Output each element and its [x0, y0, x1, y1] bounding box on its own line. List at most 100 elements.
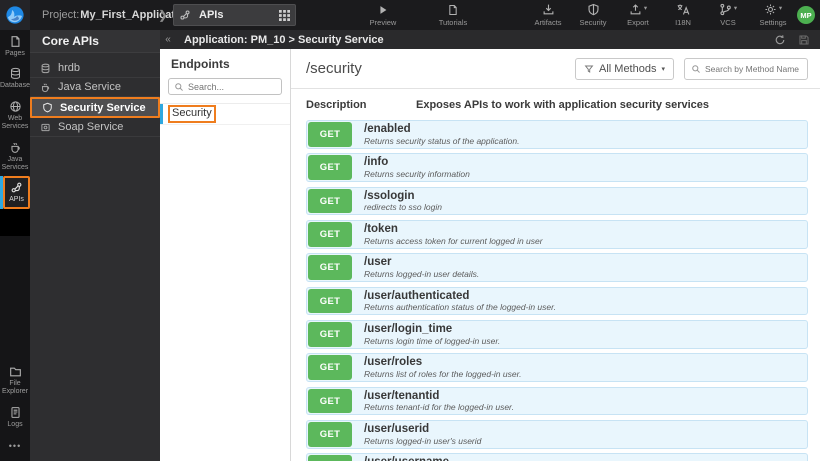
endpoint-path: /user/username — [364, 456, 496, 461]
grid-icon[interactable] — [273, 9, 295, 21]
endpoint-path: /user/login_time — [364, 322, 453, 335]
java-services-icon — [9, 141, 22, 154]
methods-filter-label: All Methods — [599, 62, 657, 75]
api-endpoint-row[interactable]: GET /info Returns security information — [306, 153, 808, 183]
endpoint-description: Returns authentication status of the log… — [364, 302, 556, 313]
more-options-icon[interactable]: ••• — [9, 433, 21, 461]
api-endpoint-row[interactable]: GET /user/tenantid Returns tenant-id for… — [306, 386, 808, 416]
caret-down-icon: ▾ — [778, 5, 783, 13]
method-badge: GET — [308, 122, 352, 147]
core-apis-title: Core APIs — [30, 30, 160, 53]
method-badge: GET — [308, 221, 352, 247]
rail-item[interactable]: Logs — [0, 401, 30, 433]
method-badge: GET — [308, 455, 352, 461]
filter-funnel-icon — [584, 64, 594, 74]
core-api-item-label: hrdb — [58, 62, 81, 74]
rail-item[interactable]: Pages — [0, 30, 30, 62]
topbar-item[interactable]: ▾ Settings — [756, 3, 790, 27]
play-icon — [377, 4, 389, 16]
header-actions — [774, 34, 820, 46]
rail-item[interactable]: APIs — [0, 176, 30, 210]
workspace-selector[interactable]: APIs — [173, 4, 296, 26]
endpoints-title: Endpoints — [171, 57, 230, 71]
api-endpoint-row[interactable]: GET /enabled Returns security status of … — [306, 120, 808, 149]
topbar-item[interactable]: ▾ I18N — [666, 3, 700, 27]
endpoints-search-input[interactable] — [188, 81, 276, 92]
web-services-icon — [9, 100, 22, 113]
core-api-item[interactable]: Java Service — [30, 78, 160, 97]
service-title: /security — [306, 60, 362, 77]
core-api-item[interactable]: hrdb — [30, 59, 160, 78]
description-label: Description — [306, 99, 367, 111]
topbar-item-label: I18N — [675, 18, 691, 27]
database-icon — [40, 62, 52, 74]
endpoint-description: Returns logged-in user details. — [364, 268, 480, 279]
methods-filter-dropdown[interactable]: All Methods ▾ — [575, 57, 674, 80]
endpoint-text: /user/roles Returns list of roles for th… — [352, 355, 521, 380]
rail-item-label: APIs — [9, 196, 24, 204]
topbar-item[interactable]: ▾ Tutorials — [436, 0, 470, 30]
topbar-item[interactable]: ▾ Security — [576, 3, 610, 27]
search-icon — [174, 82, 184, 92]
topbar-item-label: Artifacts — [534, 18, 562, 27]
method-search-input[interactable] — [705, 63, 801, 74]
refresh-icon[interactable] — [774, 34, 786, 46]
api-endpoint-row[interactable]: GET /token Returns access token for curr… — [306, 219, 808, 249]
rail-item-label: Logs — [7, 420, 23, 428]
service-description-row: Description Exposes APIs to work with ap… — [291, 89, 820, 120]
endpoint-description: Returns list of roles for the logged-in … — [364, 368, 522, 379]
settings-icon — [764, 3, 777, 16]
endpoint-description: redirects to sso login — [364, 202, 442, 213]
endpoints-search[interactable] — [168, 78, 282, 95]
topbar-item[interactable]: ▾ VCS — [711, 3, 745, 27]
workspace-selector-label: APIs — [199, 9, 224, 21]
topbar-item[interactable]: ▾ Artifacts — [531, 3, 565, 27]
breadcrumb: Application: PM_10 > Security Service — [184, 33, 384, 46]
collapse-panel-icon[interactable]: « — [160, 34, 176, 45]
artifacts-icon — [542, 3, 555, 16]
caret-down-icon: ▾ — [661, 65, 665, 73]
rail-item-label: Pages — [5, 50, 25, 57]
core-api-item[interactable]: Soap Service — [30, 118, 160, 137]
export-icon — [629, 3, 642, 16]
method-badge: GET — [308, 321, 352, 347]
caret-down-icon: ▾ — [643, 5, 648, 13]
api-endpoint-row[interactable]: GET /user Returns logged-in user details… — [306, 253, 808, 283]
endpoint-path: /ssologin — [364, 189, 415, 202]
topbar-item[interactable]: ▾ Preview — [366, 0, 400, 30]
api-endpoint-row[interactable]: GET /user/userid Returns logged-in user'… — [306, 419, 808, 449]
project-label: Project: My_First_Application — [42, 0, 192, 30]
databases-icon — [9, 67, 22, 80]
app-logo[interactable] — [0, 0, 30, 30]
api-endpoint-row[interactable]: GET /user/login_time Returns login time … — [306, 319, 808, 349]
method-badge: GET — [308, 255, 352, 281]
method-badge: GET — [308, 155, 352, 181]
endpoint-text: /user/tenantid Returns tenant-id for the… — [352, 389, 514, 414]
method-search[interactable] — [684, 57, 808, 80]
topbar-item-label: Export — [627, 18, 649, 27]
topbar-item-label: Settings — [759, 18, 787, 27]
endpoint-list-item[interactable]: Security — [160, 104, 290, 125]
rail-item[interactable]: Web Services — [0, 95, 30, 136]
rail-item[interactable]: File Explorer — [0, 360, 30, 401]
core-api-item[interactable]: Security Service — [30, 97, 160, 118]
service-header: /security All Methods ▾ — [291, 49, 820, 89]
core-apis-panel: Core APIs hrdb Java Service Security Ser… — [30, 30, 160, 461]
api-endpoint-row[interactable]: GET /user/roles Returns list of roles fo… — [306, 353, 808, 383]
topbar-item[interactable]: ▾ Export — [621, 3, 655, 27]
user-avatar[interactable]: MP — [797, 6, 815, 24]
rail-item[interactable]: Java Services — [0, 136, 30, 177]
topbar-item-label: Security — [579, 18, 607, 27]
description-text: Exposes APIs to work with application se… — [416, 99, 710, 111]
rail-item-label: File Explorer — [1, 379, 29, 396]
rail-item-label: Databases — [0, 82, 34, 90]
save-icon[interactable] — [798, 34, 810, 46]
api-endpoint-row[interactable]: GET /user/username Returns logged-in use… — [306, 453, 808, 461]
endpoints-list: Security — [160, 103, 290, 125]
shield-icon — [42, 102, 54, 114]
api-endpoint-row[interactable]: GET /ssologin redirects to sso login — [306, 186, 808, 216]
wavemaker-logo-icon — [6, 6, 24, 24]
api-endpoint-row[interactable]: GET /user/authenticated Returns authenti… — [306, 286, 808, 316]
apis-icon — [174, 9, 196, 21]
rail-item[interactable]: Databases — [0, 62, 34, 94]
